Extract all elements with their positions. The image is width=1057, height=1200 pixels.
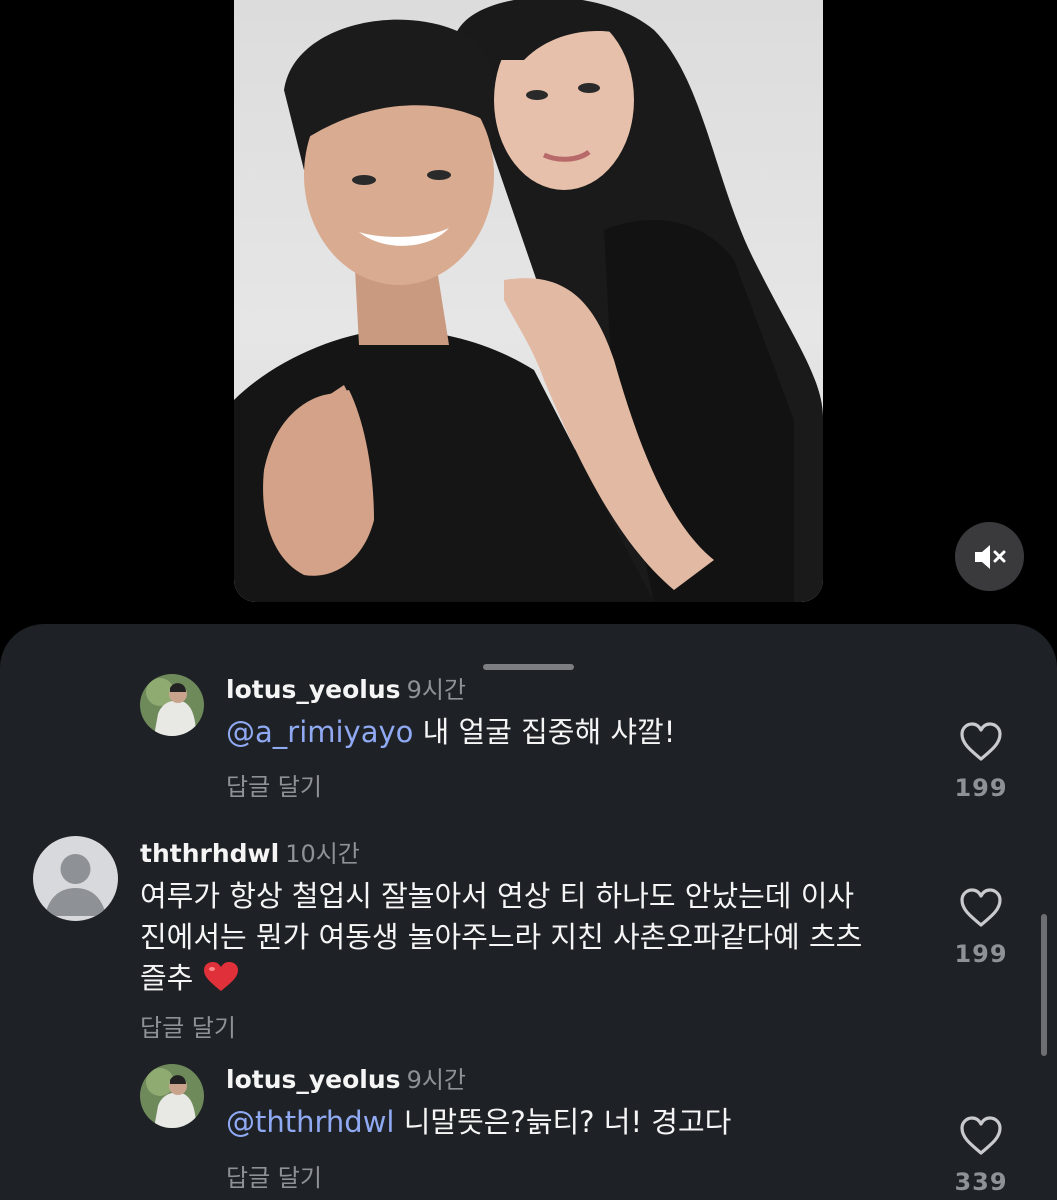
reply-button[interactable]: 답글 달기 <box>226 767 322 802</box>
like-count: 199 <box>954 774 1008 802</box>
comment-line-1: 여루가 항상 철업시 잘놀아서 연상 티 하나도 안났는데 이사 <box>140 879 855 913</box>
comment-body: 니말뜻은?늙티? 너! 경고다 <box>394 1105 732 1139</box>
mute-button[interactable] <box>955 522 1024 591</box>
like-count: 339 <box>954 1168 1008 1196</box>
comment-body: 내 얼굴 집중해 샤깔! <box>413 715 676 749</box>
username[interactable]: ththrhdwl <box>140 839 279 868</box>
speaker-muted-icon <box>974 544 1005 569</box>
like-count: 199 <box>954 940 1008 968</box>
avatar-photo <box>140 1064 204 1128</box>
comment-meta: lotus_yeolus 9시간 <box>226 1064 466 1099</box>
timestamp: 9시간 <box>406 676 466 704</box>
heart-outline-icon[interactable] <box>959 722 1003 762</box>
default-avatar-icon <box>33 836 118 921</box>
comment-text: @ththrhdwl 니말뜻은?늙티? 너! 경고다 <box>226 1102 926 1143</box>
comment-top-level: ththrhdwl 10시간 여루가 항상 철업시 잘놀아서 연상 티 하나도 안… <box>0 824 1057 1064</box>
comments-sheet: lotus_yeolus 9시간 @a_rimiyayo 내 얼굴 집중해 샤깔!… <box>0 624 1057 1200</box>
avatar[interactable] <box>140 674 204 736</box>
reply-button[interactable]: 답글 달기 <box>226 1158 322 1193</box>
comment-line-2: 진에서는 뭔가 여동생 놀아주느라 지친 사촌오파같다예 츠츠 <box>140 920 863 954</box>
username[interactable]: lotus_yeolus <box>226 1065 401 1094</box>
comment-meta: ththrhdwl 10시간 <box>140 838 360 873</box>
like-group: 339 <box>946 1116 1016 1196</box>
timestamp: 9시간 <box>406 1066 466 1094</box>
comment-line-3-text: 즐추 <box>140 961 194 995</box>
timestamp: 10시간 <box>285 840 360 868</box>
like-group: 199 <box>946 888 1016 968</box>
comment-line-3: 즐추 <box>140 958 930 999</box>
comment-text: @a_rimiyayo 내 얼굴 집중해 샤깔! <box>226 712 926 753</box>
mention-link[interactable]: @ththrhdwl <box>226 1105 394 1139</box>
comment-text: 여루가 항상 철업시 잘놀아서 연상 티 하나도 안났는데 이사 진에서는 뭔가… <box>140 876 930 999</box>
comment-reply-1: lotus_yeolus 9시간 @a_rimiyayo 내 얼굴 집중해 샤깔!… <box>0 624 1057 824</box>
mention-link[interactable]: @a_rimiyayo <box>226 715 413 749</box>
heart-outline-icon[interactable] <box>959 888 1003 928</box>
username[interactable]: lotus_yeolus <box>226 675 401 704</box>
like-group: 199 <box>946 722 1016 802</box>
red-heart-emoji-icon <box>203 962 238 991</box>
scrollbar[interactable] <box>1041 914 1047 1056</box>
heart-outline-icon[interactable] <box>959 1116 1003 1156</box>
avatar-photo <box>140 674 204 736</box>
photo-illustration <box>234 0 823 602</box>
post-photo[interactable] <box>234 0 823 602</box>
comment-reply-2: lotus_yeolus 9시간 @ththrhdwl 니말뜻은?늙티? 너! 경… <box>0 1064 1057 1200</box>
comment-meta: lotus_yeolus 9시간 <box>226 674 466 709</box>
avatar[interactable] <box>140 1064 204 1128</box>
video-area[interactable] <box>0 0 1057 625</box>
reply-button[interactable]: 답글 달기 <box>140 1008 236 1043</box>
avatar[interactable] <box>33 836 118 921</box>
